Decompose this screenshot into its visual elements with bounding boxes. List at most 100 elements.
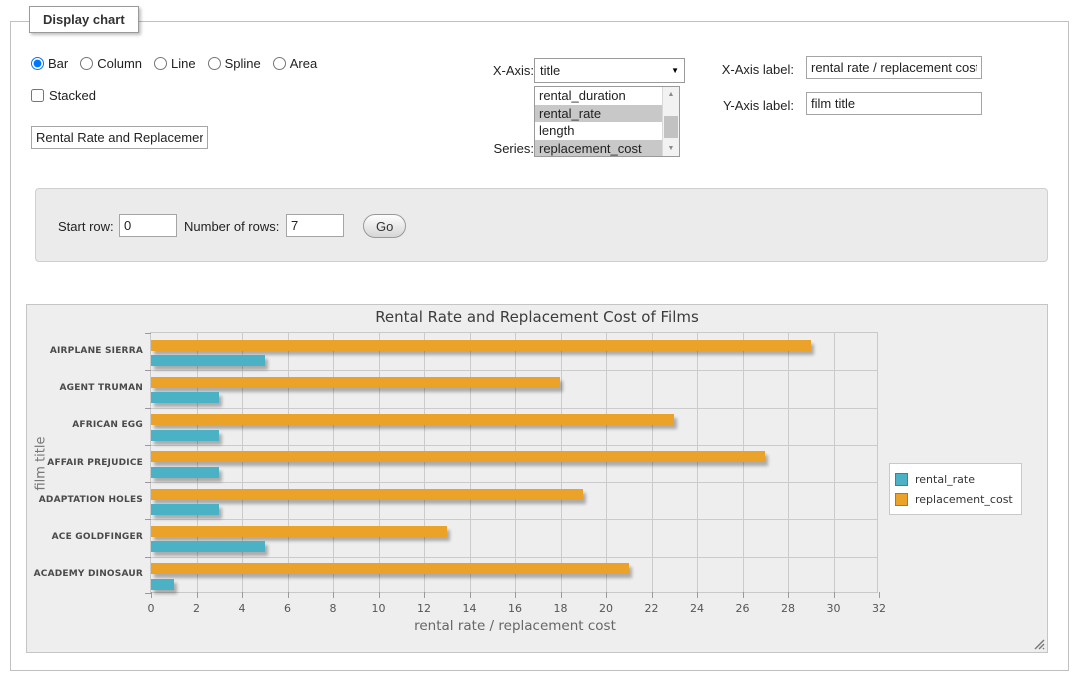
gridline-x-6 (288, 333, 289, 592)
resize-handle-icon[interactable] (1031, 636, 1045, 650)
y-axis-label-label: Y-Axis label: (694, 98, 794, 113)
x-tick-label-4: 4 (239, 602, 246, 615)
chart-type-label-line: Line (171, 56, 196, 71)
series-option-rental_duration[interactable]: rental_duration (535, 87, 662, 105)
category-label-5: ACE GOLDFINGER (21, 532, 143, 542)
series-scrollbar[interactable]: ▲ ▼ (662, 87, 679, 156)
bar-rental_rate-6 (151, 579, 174, 590)
y-axis-title: film title (34, 421, 49, 505)
x-tick-label-2: 2 (193, 602, 200, 615)
x-tick-mark-4 (242, 592, 243, 598)
chart-type-radio-bar[interactable] (31, 57, 44, 70)
x-tick-mark-18 (561, 592, 562, 598)
chart-title: Rental Rate and Replacement Cost of Film… (27, 308, 1047, 326)
series-listbox[interactable]: rental_durationrental_ratelengthreplacem… (534, 86, 680, 157)
x-tick-label-6: 6 (284, 602, 291, 615)
chart-type-bar[interactable]: Bar (31, 56, 68, 71)
display-chart-fieldset: Display chart BarColumnLineSplineArea St… (10, 21, 1069, 671)
y-tick-mark-1 (145, 370, 151, 371)
gridline-x-24 (697, 333, 698, 592)
x-tick-mark-14 (470, 592, 471, 598)
x-tick-label-20: 20 (599, 602, 613, 615)
y-tick-mark-6 (145, 557, 151, 558)
x-tick-mark-10 (379, 592, 380, 598)
legend-label-replacement_cost: replacement_cost (915, 493, 1013, 506)
gridline-x-26 (743, 333, 744, 592)
chart-type-radio-spline[interactable] (208, 57, 221, 70)
x-tick-label-26: 26 (736, 602, 750, 615)
x-tick-label-8: 8 (330, 602, 337, 615)
x-axis-label-input[interactable] (806, 56, 982, 79)
bar-replacement_cost-2 (151, 414, 674, 425)
bar-rental_rate-2 (151, 430, 219, 441)
stacked-option[interactable]: Stacked (31, 88, 96, 103)
x-tick-label-28: 28 (781, 602, 795, 615)
chart-type-radio-area[interactable] (273, 57, 286, 70)
gridline-x-28 (788, 333, 789, 592)
scroll-down-icon[interactable]: ▼ (663, 141, 679, 156)
y-tick-mark-2 (145, 408, 151, 409)
legend-swatch-rental_rate (895, 473, 908, 486)
scroll-up-icon[interactable]: ▲ (663, 87, 679, 102)
go-button[interactable]: Go (363, 214, 406, 238)
gridline-x-18 (561, 333, 562, 592)
x-tick-mark-8 (333, 592, 334, 598)
x-tick-label-0: 0 (148, 602, 155, 615)
x-tick-mark-6 (288, 592, 289, 598)
bar-replacement_cost-0 (151, 340, 811, 351)
gridline-x-30 (834, 333, 835, 592)
legend-swatch-replacement_cost (895, 493, 908, 506)
y-tick-mark-0 (145, 333, 151, 334)
gridline-y-6 (151, 557, 877, 558)
gridline-y-3 (151, 445, 877, 446)
bar-rental_rate-4 (151, 504, 219, 515)
series-option-length[interactable]: length (535, 122, 662, 140)
chart-type-radio-column[interactable] (80, 57, 93, 70)
bar-rental_rate-0 (151, 355, 265, 366)
gridline-x-12 (424, 333, 425, 592)
bar-rental_rate-1 (151, 392, 219, 403)
bar-replacement_cost-5 (151, 526, 447, 537)
bar-rental_rate-5 (151, 541, 265, 552)
row-controls-panel: Start row: Number of rows: Go (35, 188, 1048, 262)
scrollbar-thumb[interactable] (664, 116, 678, 138)
x-axis-select-label: X-Axis: (459, 63, 534, 78)
x-tick-label-10: 10 (372, 602, 386, 615)
x-tick-mark-22 (652, 592, 653, 598)
start-row-label: Start row: (58, 219, 114, 234)
chart-type-spline[interactable]: Spline (208, 56, 261, 71)
series-option-replacement_cost[interactable]: replacement_cost (535, 140, 662, 157)
series-option-rental_rate[interactable]: rental_rate (535, 105, 662, 123)
chart-type-area[interactable]: Area (273, 56, 317, 71)
chart-type-line[interactable]: Line (154, 56, 196, 71)
chart-type-label-spline: Spline (225, 56, 261, 71)
x-axis-select[interactable]: title (534, 58, 685, 83)
plot-area: 02468101214161820222426283032AIRPLANE SI… (150, 332, 878, 593)
chart-legend: rental_rate replacement_cost (889, 463, 1022, 515)
series-listbox-options: rental_durationrental_ratelengthreplacem… (535, 87, 662, 156)
chart-type-radio-line[interactable] (154, 57, 167, 70)
bar-replacement_cost-1 (151, 377, 560, 388)
gridline-y-1 (151, 370, 877, 371)
x-tick-mark-0 (151, 592, 152, 598)
gridline-x-20 (606, 333, 607, 592)
chart-type-column[interactable]: Column (80, 56, 142, 71)
gridline-x-22 (652, 333, 653, 592)
category-label-1: AGENT TRUMAN (21, 383, 143, 393)
bar-rental_rate-3 (151, 467, 219, 478)
page: Display chart BarColumnLineSplineArea St… (0, 0, 1081, 681)
stacked-checkbox[interactable] (31, 89, 44, 102)
number-of-rows-input[interactable] (286, 214, 344, 237)
chart-type-group: Bar Column Line Spline Area (31, 56, 317, 71)
x-tick-label-22: 22 (645, 602, 659, 615)
gridline-y-5 (151, 519, 877, 520)
chart-type-label-area: Area (290, 56, 317, 71)
start-row-input[interactable] (119, 214, 177, 237)
x-tick-mark-2 (197, 592, 198, 598)
x-tick-mark-32 (879, 592, 880, 598)
x-tick-label-18: 18 (554, 602, 568, 615)
y-axis-label-input[interactable] (806, 92, 982, 115)
legend-item-rental_rate: rental_rate (895, 469, 1013, 489)
chart-title-input[interactable] (31, 126, 208, 149)
x-tick-label-32: 32 (872, 602, 886, 615)
